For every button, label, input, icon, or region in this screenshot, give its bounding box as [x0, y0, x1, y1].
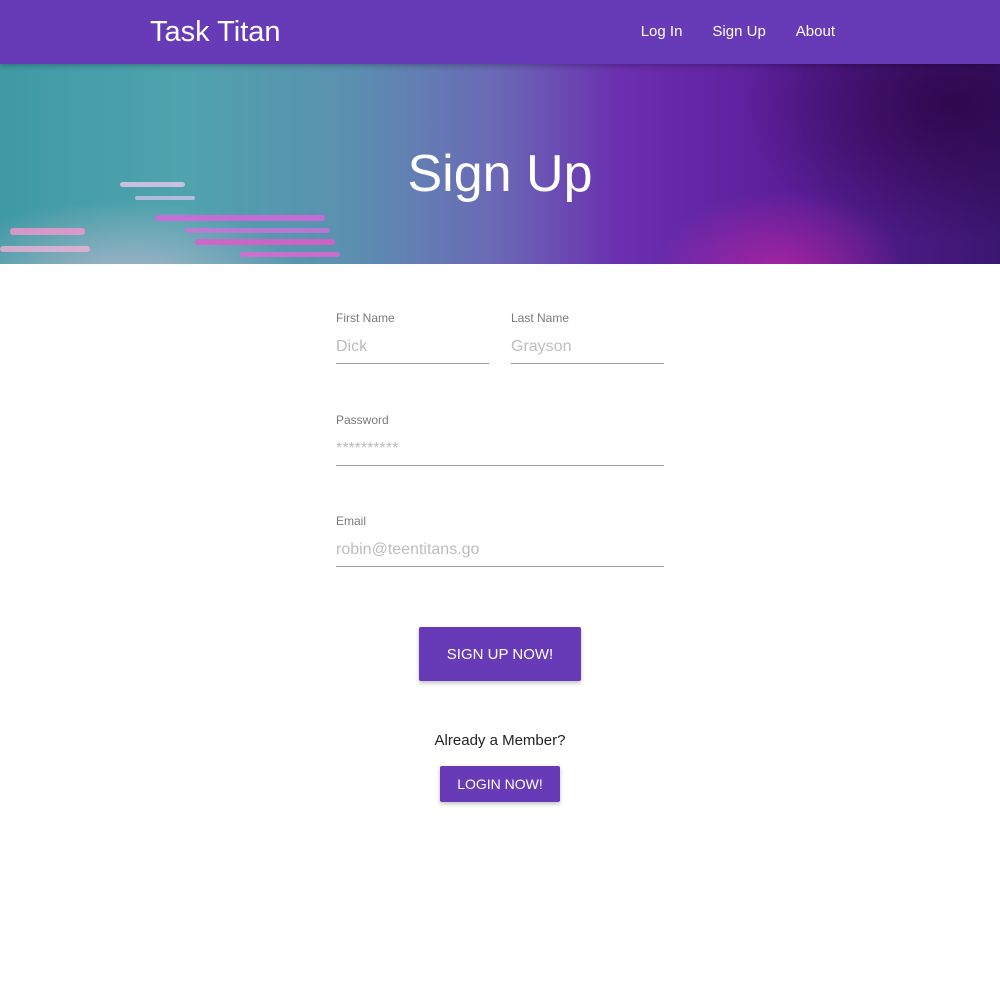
email-input[interactable]: [336, 533, 664, 567]
last-name-input[interactable]: [511, 330, 664, 364]
password-input[interactable]: [336, 432, 664, 466]
first-name-label: First Name: [336, 311, 395, 325]
last-name-group: Last Name: [511, 310, 664, 364]
nav-about-link[interactable]: About: [781, 0, 850, 64]
password-label: Password: [336, 413, 389, 427]
signup-button[interactable]: Sign Up Now!: [419, 627, 581, 681]
login-button[interactable]: Login Now!: [440, 766, 560, 802]
last-name-label: Last Name: [511, 311, 570, 325]
email-group: Email: [336, 513, 664, 567]
decorative-streak: [10, 228, 85, 235]
decorative-streak: [195, 239, 335, 245]
decorative-streak: [240, 252, 340, 257]
already-member-text: Already a Member?: [434, 732, 566, 749]
first-name-group: First Name: [336, 310, 489, 364]
nav-login-link[interactable]: Log In: [626, 0, 698, 64]
email-label: Email: [336, 514, 367, 528]
nav-signup-link[interactable]: Sign Up: [697, 0, 780, 64]
password-group: Password: [336, 412, 664, 466]
first-name-input[interactable]: [336, 330, 489, 364]
page-title: Sign Up: [407, 145, 593, 203]
decorative-streak: [155, 215, 325, 221]
main-nav: Log In Sign Up About: [626, 0, 850, 64]
decorative-streak: [0, 246, 90, 252]
top-navbar: Task Titan Log In Sign Up About: [0, 0, 1000, 64]
decorative-streak: [185, 228, 330, 233]
hero-banner: Sign Up: [0, 64, 1000, 264]
brand-logo[interactable]: Task Titan: [150, 14, 281, 50]
